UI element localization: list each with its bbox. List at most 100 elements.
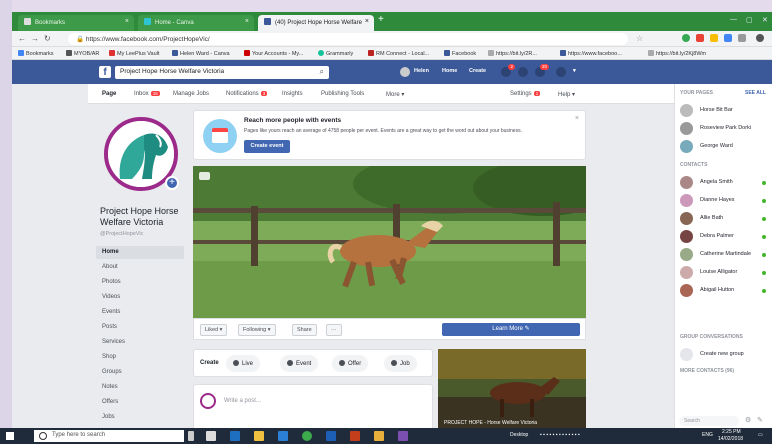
list-item[interactable]: Louise Alligator [680, 266, 768, 280]
sidebar-item-posts[interactable]: Posts [102, 321, 182, 334]
bookmark-item[interactable]: Grammarly [318, 50, 353, 57]
browser-tab[interactable]: Bookmarks × [18, 15, 134, 31]
tab-publishing-tools[interactable]: Publishing Tools [321, 91, 364, 97]
clock-date[interactable]: 14/02/2018 [718, 436, 743, 442]
bookmark-item[interactable]: Your Accounts - My... [244, 50, 303, 57]
chrome-icon[interactable] [302, 431, 312, 441]
powerpoint-icon[interactable] [350, 431, 360, 441]
extension-icon[interactable] [696, 34, 704, 42]
extension-icon[interactable] [682, 34, 690, 42]
extension-icon[interactable] [738, 34, 746, 42]
desktop-label[interactable]: Desktop [510, 432, 528, 438]
create-event-button[interactable]: Create event [244, 140, 290, 153]
taskbar-search-input[interactable]: Type here to search [34, 430, 184, 442]
language-indicator[interactable]: ENG [702, 432, 713, 438]
create-link[interactable]: Create [469, 68, 486, 74]
create-group-button[interactable]: Create new group [680, 348, 768, 362]
browser-tab-active[interactable]: (40) Project Hope Horse Welfare × [258, 15, 374, 31]
task-view-icon[interactable] [206, 431, 216, 441]
learn-more-button[interactable]: Learn More ✎ [442, 323, 580, 336]
clock-time[interactable]: 2:25 PM [722, 429, 741, 435]
star-icon[interactable]: ☆ [636, 34, 643, 43]
bookmark-item[interactable]: https://bit.ly/2R... [488, 50, 537, 57]
avatar[interactable] [400, 67, 410, 77]
bookmark-item[interactable]: Facebook [444, 50, 476, 57]
reload-icon[interactable]: ↻ [44, 34, 51, 43]
share-button[interactable]: Share [292, 324, 317, 336]
minimize-icon[interactable]: — [730, 16, 737, 23]
list-item[interactable]: Allie Bath [680, 212, 768, 226]
browser-tab[interactable]: Home - Canva × [138, 15, 254, 31]
offer-button[interactable]: Offer [332, 355, 369, 372]
new-message-icon[interactable]: ✎ [757, 416, 763, 424]
friend-requests-icon[interactable]: 2 [501, 64, 515, 77]
tab-more[interactable]: More ▾ [386, 91, 404, 98]
sidebar-item-home[interactable]: Home [102, 246, 182, 259]
sidebar-item-notes[interactable]: Notes [102, 381, 182, 394]
event-button[interactable]: Event [280, 355, 319, 372]
sidebar-item-services[interactable]: Services [102, 336, 182, 349]
sidebar-item-videos[interactable]: Videos [102, 291, 182, 304]
close-icon[interactable]: × [245, 18, 249, 25]
bookmark-item[interactable]: https://www.faceboo... [560, 50, 622, 57]
list-item[interactable]: Catherine Martindale [680, 248, 768, 262]
back-icon[interactable]: ← [18, 34, 26, 43]
edge-icon[interactable] [230, 431, 240, 441]
chat-search-input[interactable]: Search [679, 416, 739, 426]
word-icon[interactable] [326, 431, 336, 441]
tab-inbox[interactable]: Inbox 15 [134, 91, 160, 97]
list-item[interactable]: Dianne Hayes [680, 194, 768, 208]
see-all-link[interactable]: SEE ALL [745, 90, 766, 96]
tab-notifications[interactable]: Notifications 3 [226, 91, 268, 97]
more-options-button[interactable]: ··· [326, 324, 342, 336]
bookmark-item[interactable]: Bookmarks [18, 50, 54, 57]
facebook-logo-icon[interactable]: f [99, 66, 111, 78]
tab-insights[interactable]: Insights [282, 91, 303, 97]
app-icon[interactable] [374, 431, 384, 441]
page-handle[interactable]: @ProjectHopeVic [100, 231, 143, 237]
featured-video[interactable]: PROJECT HOPE - Horse Welfare Victoria [438, 349, 586, 430]
new-tab-button[interactable]: + [378, 15, 384, 25]
live-button[interactable]: Live [226, 355, 261, 372]
job-button[interactable]: Job [384, 355, 417, 372]
messenger-icon[interactable] [518, 67, 528, 77]
list-item[interactable]: Horse Bit Bar [680, 104, 768, 118]
settings-gear-icon[interactable]: ⚙ [745, 416, 751, 424]
list-item[interactable]: Abigail Hutton [680, 284, 768, 298]
tab-page[interactable]: Page [102, 91, 116, 97]
profile-icon[interactable] [756, 34, 764, 42]
add-photo-button[interactable]: + [165, 176, 179, 190]
sidebar-item-shop[interactable]: Shop [102, 351, 182, 364]
maximize-icon[interactable]: ▢ [746, 16, 753, 24]
app-icon[interactable] [398, 431, 408, 441]
store-icon[interactable] [278, 431, 288, 441]
notification-center-icon[interactable]: ▭ [758, 432, 763, 438]
file-explorer-icon[interactable] [254, 431, 264, 441]
sidebar-item-groups[interactable]: Groups [102, 366, 182, 379]
windows-start-icon[interactable] [6, 432, 14, 440]
search-input[interactable]: Project Hope Horse Welfare Victoria ⌕ [115, 66, 329, 79]
bookmark-item[interactable]: https://bit.ly/2Kj8Wm [648, 50, 706, 57]
extension-icon[interactable] [724, 34, 732, 42]
sidebar-item-photos[interactable]: Photos [102, 276, 182, 289]
write-post-box[interactable]: Write a post... [193, 384, 433, 430]
write-post-input[interactable]: Write a post... [224, 398, 261, 404]
url-input[interactable]: 🔒 https://www.facebook.com/ProjectHopeVi… [68, 33, 628, 45]
close-icon[interactable]: × [365, 18, 369, 25]
tab-manage-jobs[interactable]: Manage Jobs [173, 91, 209, 97]
sidebar-item-events[interactable]: Events [102, 306, 182, 319]
camera-icon[interactable] [199, 172, 210, 180]
close-icon[interactable]: × [125, 18, 129, 25]
list-item[interactable]: George Ward [680, 140, 768, 154]
close-window-icon[interactable]: ✕ [762, 16, 768, 24]
bookmark-item[interactable]: My LeePlus Vault [109, 50, 159, 57]
tab-help[interactable]: Help ▾ [558, 91, 575, 98]
following-button[interactable]: Following ▾ [238, 324, 276, 336]
bookmark-item[interactable]: Helen Ward - Canva [172, 50, 230, 57]
microphone-icon[interactable] [188, 431, 194, 441]
tray-icons[interactable]: ▪ ▪ ▪ ▪ ▪ ▪ ▪ ▪ ▪ ▪ ▪ ▪ ▪ [540, 432, 580, 438]
bookmark-item[interactable]: RM Connect - Local... [368, 50, 429, 57]
home-link[interactable]: Home [442, 68, 457, 74]
list-item[interactable]: Roseview Park Dorki [680, 122, 768, 136]
close-icon[interactable]: × [575, 115, 579, 122]
